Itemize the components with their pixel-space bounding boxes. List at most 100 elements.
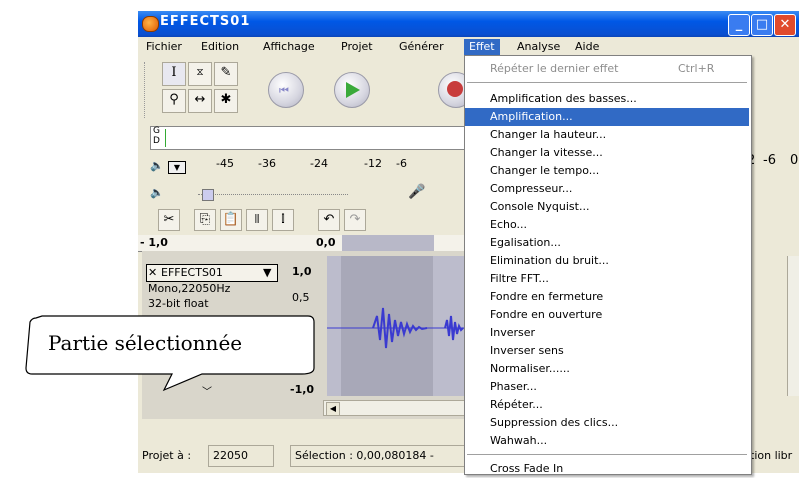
trim-icon[interactable]: ⫼ <box>246 209 268 231</box>
draw-tool-icon[interactable]: ✎ <box>214 62 238 86</box>
vertical-scrollbar[interactable] <box>787 256 799 396</box>
timeline-ruler[interactable]: - 1,0 0,0 <box>138 235 468 252</box>
record-icon <box>447 81 463 97</box>
project-rate-label: Projet à : <box>142 449 192 462</box>
track-menu-chevron-icon: ▼ <box>263 266 272 279</box>
track-format-info: 32-bit float <box>148 297 209 310</box>
menu-item-repeat[interactable]: Répéter... <box>465 396 749 414</box>
menu-effet[interactable]: Effet <box>464 39 500 55</box>
menu-item-echo[interactable]: Echo... <box>465 216 749 234</box>
project-rate-field[interactable]: 22050 <box>208 445 274 467</box>
menu-aide[interactable]: Aide <box>570 39 604 55</box>
menu-item-change-pitch[interactable]: Changer la hauteur... <box>465 126 749 144</box>
title-bar[interactable]: EFFECTS01 _ □ ✕ <box>138 11 799 37</box>
skip-start-button[interactable]: ⏮ <box>268 72 304 108</box>
scale-tick-2: -36 <box>258 157 276 170</box>
meter-dropdown[interactable]: ▼ <box>168 161 186 174</box>
horizontal-scrollbar[interactable]: ◀ <box>323 400 470 416</box>
maximize-button[interactable]: □ <box>751 14 773 36</box>
close-button[interactable]: ✕ <box>774 14 796 36</box>
menu-bar: Fichier Edition Affichage Projet Générer… <box>138 37 799 57</box>
menu-item-fade-out[interactable]: Fondre en fermeture <box>465 288 749 306</box>
menu-item-label: Fondre en ouverture <box>490 308 603 321</box>
selection-status: Sélection : 0,00,080184 - <box>290 445 476 467</box>
track-rate-info: Mono,22050Hz <box>148 282 231 295</box>
timeline-left-label: - 1,0 <box>140 236 168 249</box>
play-button[interactable] <box>334 72 370 108</box>
menu-item-bass-boost[interactable]: Amplification des basses... <box>465 90 749 108</box>
menu-edition[interactable]: Edition <box>196 39 244 55</box>
menu-analyse[interactable]: Analyse <box>512 39 565 55</box>
timeshift-tool-icon[interactable]: ↔ <box>188 89 212 113</box>
menu-item-label: Changer la vitesse... <box>490 146 603 159</box>
cut-icon[interactable]: ✂ <box>158 209 180 231</box>
menu-item-label: Changer la hauteur... <box>490 128 607 141</box>
menu-item-nyquist[interactable]: Console Nyquist... <box>465 198 749 216</box>
menu-item-phaser[interactable]: Phaser... <box>465 378 749 396</box>
silence-icon[interactable]: ⫿ <box>272 209 294 231</box>
meter-left-label: G <box>153 126 160 136</box>
menu-item-label: Amplification des basses... <box>490 92 637 105</box>
menu-item-label: Répéter... <box>490 398 543 411</box>
redo-icon[interactable]: ↷ <box>344 209 366 231</box>
minimize-button[interactable]: _ <box>728 14 750 36</box>
level-meter: G D <box>150 126 472 150</box>
menu-item-change-speed[interactable]: Changer la vitesse... <box>465 144 749 162</box>
volume-slider-thumb[interactable] <box>202 189 214 201</box>
selection-tool-icon[interactable]: I <box>162 62 186 86</box>
menu-item-fade-in[interactable]: Fondre en ouverture <box>465 306 749 324</box>
scale-tick-4: -12 <box>364 157 382 170</box>
right-scale-label-c: 0 <box>790 153 799 168</box>
right-scale-label-b: -6 <box>763 153 776 168</box>
zoom-tool-icon[interactable]: ⚲ <box>162 89 186 113</box>
menu-item-label: Echo... <box>490 218 527 231</box>
toolbar-grip[interactable] <box>144 62 148 118</box>
menu-item-label: Inverser sens <box>490 344 564 357</box>
menu-item-repeat-last: Répéter le dernier effet Ctrl+R <box>465 60 749 78</box>
menu-affichage[interactable]: Affichage <box>258 39 320 55</box>
menu-item-label: Egalisation... <box>490 236 561 249</box>
menu-item-noise-removal[interactable]: Elimination du bruit... <box>465 252 749 270</box>
menu-item-wahwah[interactable]: Wahwah... <box>465 432 749 450</box>
menu-fichier[interactable]: Fichier <box>141 39 187 55</box>
play-icon <box>346 82 360 98</box>
edit-toolbar: ✂ ⎘ 📋 ⫼ ⫿ ↶ ↷ <box>138 206 468 234</box>
track-close-icon[interactable]: ✕ <box>148 266 157 279</box>
envelope-tool-icon[interactable]: ⧖ <box>188 62 212 86</box>
menu-item-label: Filtre FFT... <box>490 272 549 285</box>
paste-icon[interactable]: 📋 <box>220 209 242 231</box>
menu-separator <box>467 454 747 455</box>
menu-projet[interactable]: Projet <box>336 39 378 55</box>
menu-item-label: Changer le tempo... <box>490 164 600 177</box>
microphone-icon: 🎤 <box>408 184 426 200</box>
menu-item-cross-fade-in[interactable]: Cross Fade In <box>465 460 749 478</box>
audacity-app-icon <box>142 16 159 32</box>
menu-item-label: Console Nyquist... <box>490 200 590 213</box>
menu-generer[interactable]: Générer <box>394 39 449 55</box>
menu-item-change-tempo[interactable]: Changer le tempo... <box>465 162 749 180</box>
menu-item-label: Amplification... <box>490 110 573 123</box>
menu-item-normalize[interactable]: Normaliser...... <box>465 360 749 378</box>
undo-icon[interactable]: ↶ <box>318 209 340 231</box>
track-name-button[interactable]: ✕ EFFECTS01 ▼ <box>146 264 278 282</box>
scroll-left-icon[interactable]: ◀ <box>326 402 340 416</box>
menu-item-compressor[interactable]: Compresseur... <box>465 180 749 198</box>
multi-tool-icon[interactable]: ✱ <box>214 89 238 113</box>
waveform-area[interactable] <box>327 256 468 396</box>
menu-item-equalization[interactable]: Egalisation... <box>465 234 749 252</box>
skip-start-icon: ⏮ <box>279 84 289 97</box>
menu-item-click-removal[interactable]: Suppression des clics... <box>465 414 749 432</box>
timeline-selection <box>342 235 434 251</box>
menu-item-amplification[interactable]: Amplification... <box>465 108 749 126</box>
copy-icon[interactable]: ⎘ <box>194 209 216 231</box>
menu-item-fft-filter[interactable]: Filtre FFT... <box>465 270 749 288</box>
scale-tick-1: -45 <box>216 157 234 170</box>
menu-item-label: Compresseur... <box>490 182 573 195</box>
output-volume-icon: 🔈 <box>150 186 164 199</box>
mixer-toolbar: 🔈 🎤 <box>138 182 468 206</box>
menu-item-label: Inverser <box>490 326 536 339</box>
menu-item-reverse[interactable]: Inverser sens <box>465 342 749 360</box>
menu-item-invert[interactable]: Inverser <box>465 324 749 342</box>
menu-item-label: Elimination du bruit... <box>490 254 609 267</box>
volume-slider-track[interactable] <box>198 194 348 195</box>
